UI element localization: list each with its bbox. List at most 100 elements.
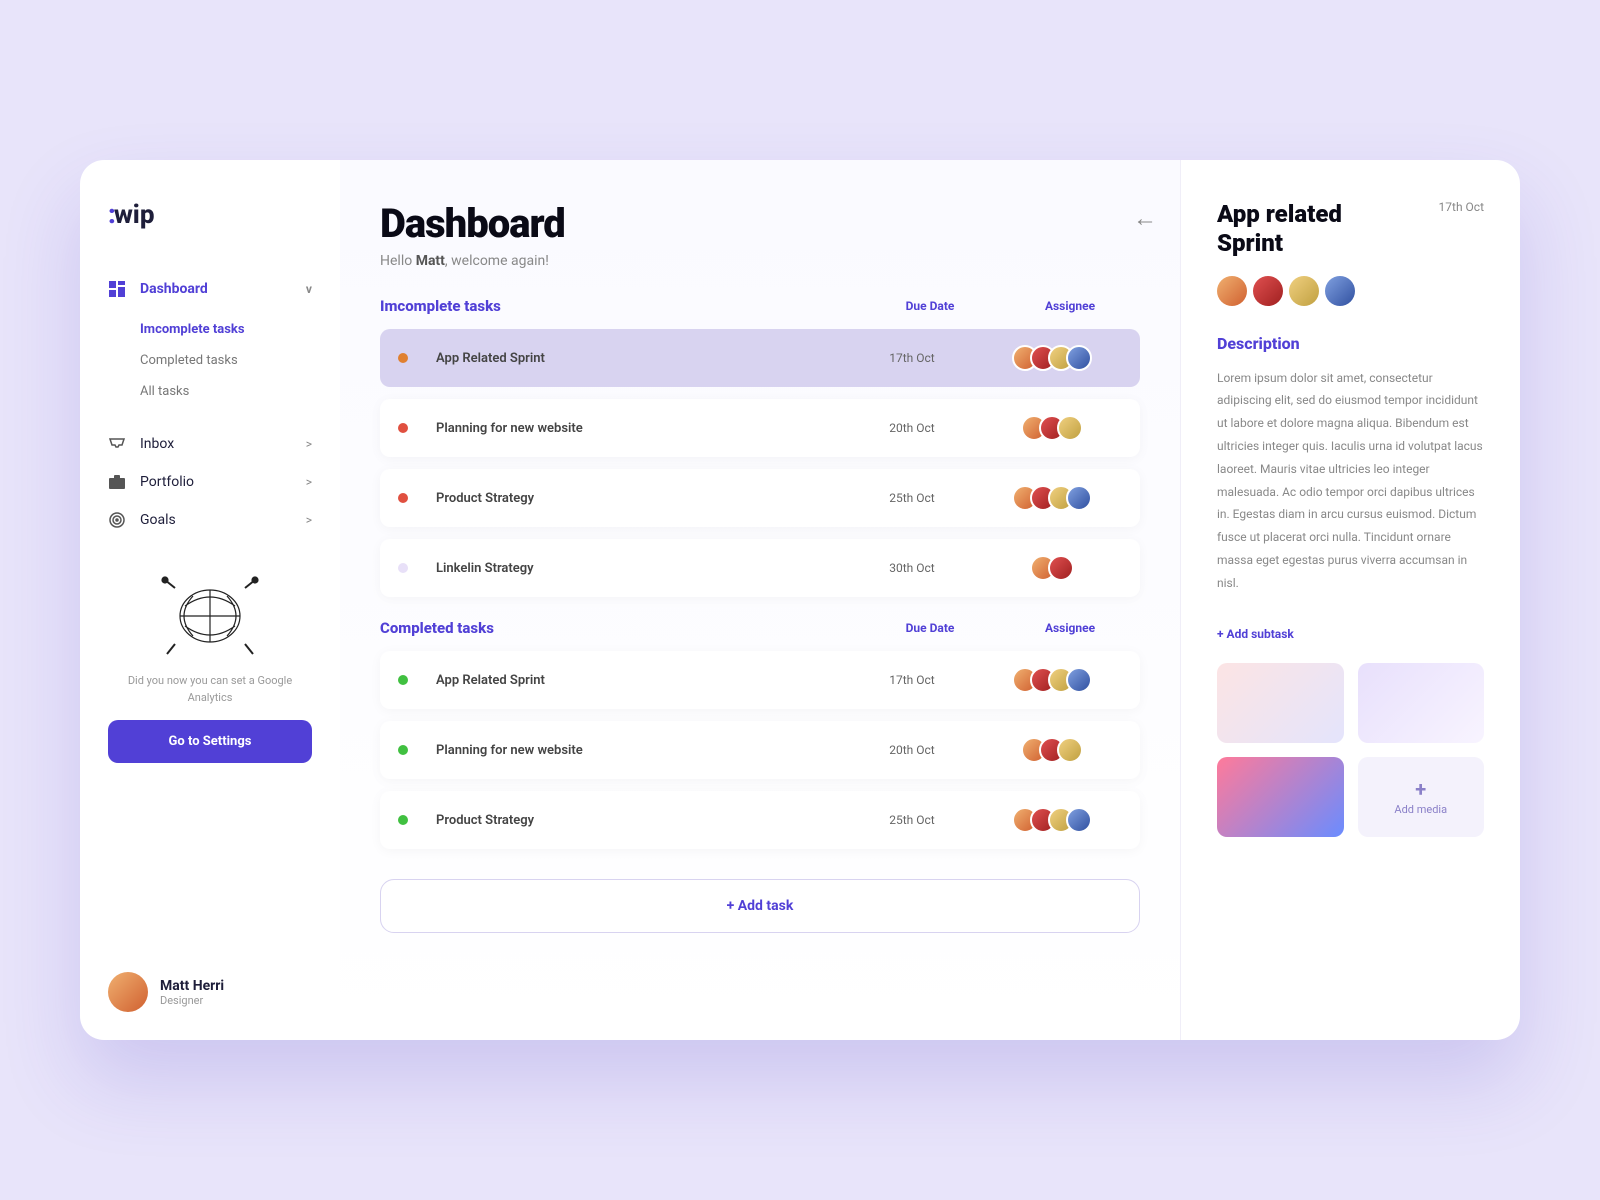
page-title: Dashboard	[380, 200, 1140, 247]
task-due: 17th Oct	[842, 351, 982, 365]
task-name: Planning for new website	[436, 421, 842, 436]
avatar	[1066, 807, 1092, 833]
chevron-down-icon: v	[306, 282, 312, 296]
task-row[interactable]: Product Strategy25th Oct	[380, 469, 1140, 527]
task-assignees	[982, 485, 1122, 511]
promo-text: Did you now you can set a Google Analyti…	[108, 673, 312, 706]
task-due: 25th Oct	[842, 813, 982, 827]
promo-illustration	[150, 563, 270, 663]
detail-date: 17th Oct	[1439, 200, 1484, 214]
description-label: Description	[1217, 334, 1484, 353]
main-content: Dashboard Hello Matt, welcome again! Imc…	[340, 160, 1180, 1040]
task-assignees	[982, 807, 1122, 833]
target-icon	[108, 511, 126, 529]
task-due: 17th Oct	[842, 673, 982, 687]
task-due: 20th Oct	[842, 743, 982, 757]
col-assignee-label: Assignee	[1000, 621, 1140, 635]
user-card[interactable]: Matt Herri Designer	[108, 948, 312, 1012]
sidebar-item-label: Dashboard	[140, 281, 208, 297]
avatar	[108, 972, 148, 1012]
sidebar-item-label: Portfolio	[140, 474, 194, 490]
user-role: Designer	[160, 994, 224, 1007]
subnav-completed[interactable]: Completed tasks	[140, 345, 312, 376]
avatar	[1066, 667, 1092, 693]
media-thumbnail[interactable]	[1358, 663, 1485, 743]
chevron-right-icon: >	[306, 513, 312, 527]
sidebar-item-label: Goals	[140, 512, 176, 528]
description-body: Lorem ipsum dolor sit amet, consectetur …	[1217, 367, 1484, 595]
completed-section-head: Completed tasks Due Date Assignee	[380, 619, 1140, 637]
avatar	[1048, 555, 1074, 581]
col-due-label: Due Date	[860, 299, 1000, 313]
sidebar-item-goals[interactable]: Goals >	[108, 501, 312, 539]
back-arrow-icon[interactable]: ←	[1133, 204, 1157, 233]
detail-title: App related Sprint	[1217, 200, 1397, 258]
app-window: :wip Dashboard v Imcomplete tasks Comple…	[80, 160, 1520, 1040]
col-due-label: Due Date	[860, 621, 1000, 635]
incomplete-section-head: Imcomplete tasks Due Date Assignee	[380, 297, 1140, 315]
task-assignees	[982, 415, 1122, 441]
briefcase-icon	[108, 473, 126, 491]
task-assignees	[982, 345, 1122, 371]
task-row[interactable]: App Related Sprint17th Oct	[380, 651, 1140, 709]
plus-icon: +	[1415, 777, 1426, 801]
grid-icon	[108, 280, 126, 298]
promo-card: Did you now you can set a Google Analyti…	[108, 563, 312, 763]
sidebar-item-inbox[interactable]: Inbox >	[108, 425, 312, 463]
task-assignees	[982, 737, 1122, 763]
sidebar: :wip Dashboard v Imcomplete tasks Comple…	[80, 160, 340, 1040]
media-grid: + Add media	[1217, 663, 1484, 837]
go-to-settings-button[interactable]: Go to Settings	[108, 720, 312, 763]
status-dot	[398, 815, 408, 825]
user-name: Matt Herri	[160, 978, 224, 994]
add-task-button[interactable]: + Add task	[380, 879, 1140, 933]
avatar	[1289, 276, 1319, 306]
sidebar-item-dashboard[interactable]: Dashboard v	[108, 270, 312, 308]
task-due: 20th Oct	[842, 421, 982, 435]
incomplete-task-list: App Related Sprint17th Oct Planning for n…	[380, 329, 1140, 597]
section-title: Completed tasks	[380, 619, 860, 637]
section-title: Imcomplete tasks	[380, 297, 860, 315]
avatar	[1066, 485, 1092, 511]
task-due: 30th Oct	[842, 561, 982, 575]
task-assignees	[982, 555, 1122, 581]
chevron-right-icon: >	[306, 437, 312, 451]
avatar	[1253, 276, 1283, 306]
media-thumbnail[interactable]	[1217, 757, 1344, 837]
greeting: Hello Matt, welcome again!	[380, 253, 1140, 269]
detail-header: App related Sprint 17th Oct	[1217, 200, 1484, 258]
subnav-all[interactable]: All tasks	[140, 376, 312, 407]
col-assignee-label: Assignee	[1000, 299, 1140, 313]
task-due: 25th Oct	[842, 491, 982, 505]
detail-panel: ← App related Sprint 17th Oct Descriptio…	[1180, 160, 1520, 1040]
avatar	[1057, 737, 1083, 763]
sidebar-item-portfolio[interactable]: Portfolio >	[108, 463, 312, 501]
task-row[interactable]: Linkelin Strategy30th Oct	[380, 539, 1140, 597]
task-row[interactable]: Planning for new website20th Oct	[380, 399, 1140, 457]
detail-assignees	[1217, 276, 1484, 306]
task-row[interactable]: App Related Sprint17th Oct	[380, 329, 1140, 387]
sidebar-subnav: Imcomplete tasks Completed tasks All tas…	[140, 314, 312, 407]
subnav-incomplete[interactable]: Imcomplete tasks	[140, 314, 312, 345]
task-name: Planning for new website	[436, 743, 842, 758]
task-row[interactable]: Planning for new website20th Oct	[380, 721, 1140, 779]
task-name: App Related Sprint	[436, 673, 842, 688]
status-dot	[398, 563, 408, 573]
media-thumbnail[interactable]	[1217, 663, 1344, 743]
task-row[interactable]: Product Strategy25th Oct	[380, 791, 1140, 849]
avatar	[1325, 276, 1355, 306]
inbox-icon	[108, 435, 126, 453]
status-dot	[398, 675, 408, 685]
task-name: Linkelin Strategy	[436, 561, 842, 576]
logo: :wip	[108, 200, 312, 230]
add-subtask-button[interactable]: + Add subtask	[1217, 627, 1294, 641]
avatar	[1066, 345, 1092, 371]
task-assignees	[982, 667, 1122, 693]
sidebar-item-label: Inbox	[140, 436, 174, 452]
status-dot	[398, 353, 408, 363]
avatar	[1217, 276, 1247, 306]
status-dot	[398, 745, 408, 755]
add-media-button[interactable]: + Add media	[1358, 757, 1485, 837]
status-dot	[398, 493, 408, 503]
task-name: App Related Sprint	[436, 351, 842, 366]
